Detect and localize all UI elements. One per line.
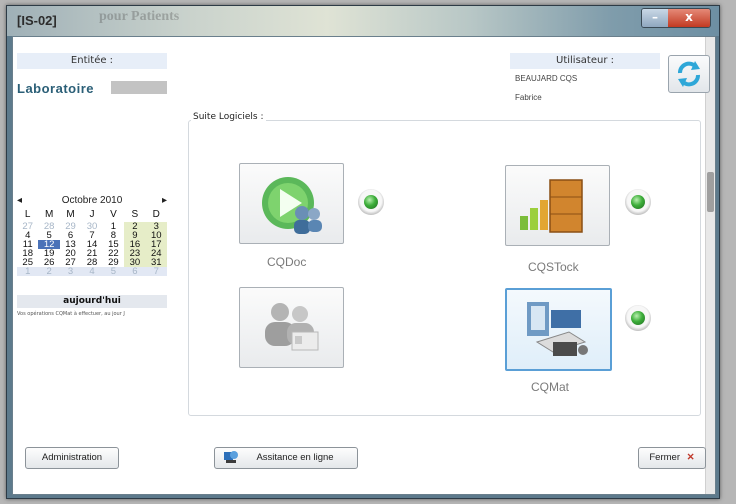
window-controls: – x bbox=[641, 8, 711, 28]
user-firstname: Fabrice bbox=[515, 93, 542, 102]
screenshot-frame: [IS-02] pour Patients – x Entitée : Labo… bbox=[0, 0, 736, 504]
calendar-day-header: D bbox=[152, 209, 160, 220]
cqmat-equipment-icon bbox=[527, 302, 588, 356]
calendar-day[interactable]: 6 bbox=[124, 267, 146, 276]
user-label: Utilisateur : bbox=[510, 53, 660, 69]
cqstock-status-indicator bbox=[625, 189, 651, 215]
suite-label: Suite Logiciels : bbox=[191, 112, 266, 122]
window-title: [IS-02] bbox=[17, 13, 57, 28]
online-assistance-label: Assitance en ligne bbox=[256, 452, 334, 463]
calendar-day-header: S bbox=[131, 209, 139, 220]
cqstock-label: CQSTock bbox=[528, 260, 579, 274]
online-assistance-button[interactable]: Assitance en ligne bbox=[214, 447, 358, 469]
calendar: ◂ Octobre 2010 ▸ L M M J V S D 27 28 29 30 1 2 3 4 5 6 7 8… bbox=[17, 195, 167, 276]
close-app-label: Fermer bbox=[649, 452, 680, 463]
assistance-icon bbox=[224, 451, 238, 463]
minimize-button[interactable]: – bbox=[642, 9, 668, 27]
calendar-next-button[interactable]: ▸ bbox=[162, 195, 167, 208]
entity-label: Entitée : bbox=[17, 53, 167, 69]
users-contacts-icon bbox=[265, 303, 319, 351]
calendar-day-header: M bbox=[66, 209, 75, 220]
calendar-prev-button[interactable]: ◂ bbox=[17, 195, 22, 208]
close-x-icon: ✕ bbox=[686, 452, 695, 463]
scrollbar-thumb[interactable] bbox=[707, 172, 714, 212]
cqstock-button[interactable] bbox=[505, 165, 610, 246]
close-app-button[interactable]: Fermer ✕ bbox=[638, 447, 706, 469]
application-window: [IS-02] pour Patients – x Entitée : Labo… bbox=[6, 5, 720, 499]
cqdoc-play-users-icon bbox=[262, 177, 322, 234]
calendar-day[interactable]: 5 bbox=[102, 267, 125, 276]
calendar-day[interactable]: 4 bbox=[81, 267, 103, 276]
today-button[interactable]: aujourd'hui bbox=[17, 295, 167, 308]
cqdoc-button[interactable] bbox=[239, 163, 344, 244]
user-name: BEAUJARD CQS bbox=[515, 74, 578, 83]
calendar-day[interactable]: 1 bbox=[17, 267, 39, 276]
refresh-button[interactable] bbox=[668, 55, 710, 93]
main-panel: Entitée : Laboratoire Utilisateur : BEAU… bbox=[12, 36, 716, 495]
calendar-day-header: M bbox=[44, 209, 54, 220]
vertical-scrollbar[interactable] bbox=[705, 37, 715, 494]
title-background-text: pour Patients bbox=[99, 9, 180, 24]
administration-button[interactable]: Administration bbox=[25, 447, 119, 469]
cqdoc-status-indicator bbox=[358, 189, 384, 215]
calendar-day-header: V bbox=[110, 209, 117, 220]
calendar-day-header: J bbox=[89, 209, 95, 220]
cqstock-boxes-icon bbox=[520, 179, 583, 233]
cqmat-status-indicator bbox=[625, 305, 651, 331]
title-bar[interactable]: [IS-02] pour Patients – x bbox=[7, 6, 719, 36]
users-app-button[interactable] bbox=[239, 287, 344, 368]
window-close-button[interactable]: x bbox=[668, 9, 710, 27]
entity-redacted-box bbox=[111, 81, 167, 94]
calendar-day-header: L bbox=[24, 209, 31, 220]
cqmat-label: CQMat bbox=[531, 380, 570, 394]
refresh-icon bbox=[678, 61, 700, 87]
calendar-day[interactable]: 3 bbox=[59, 267, 82, 276]
calendar-grid: L M M J V S D 27 28 29 30 1 2 3 4 5 6 7 8 9 10 11 12 13 14 15 16 17… bbox=[17, 208, 167, 276]
cqmat-button[interactable] bbox=[505, 288, 612, 371]
calendar-note: Vos opérations CQMat à effectuer, au jou… bbox=[17, 311, 125, 317]
calendar-day[interactable]: 2 bbox=[38, 267, 60, 276]
calendar-day[interactable]: 7 bbox=[145, 267, 167, 276]
cqdoc-label: CQDoc bbox=[267, 255, 307, 269]
entity-value: Laboratoire bbox=[17, 81, 95, 96]
calendar-month: Octobre 2010 bbox=[61, 195, 123, 206]
